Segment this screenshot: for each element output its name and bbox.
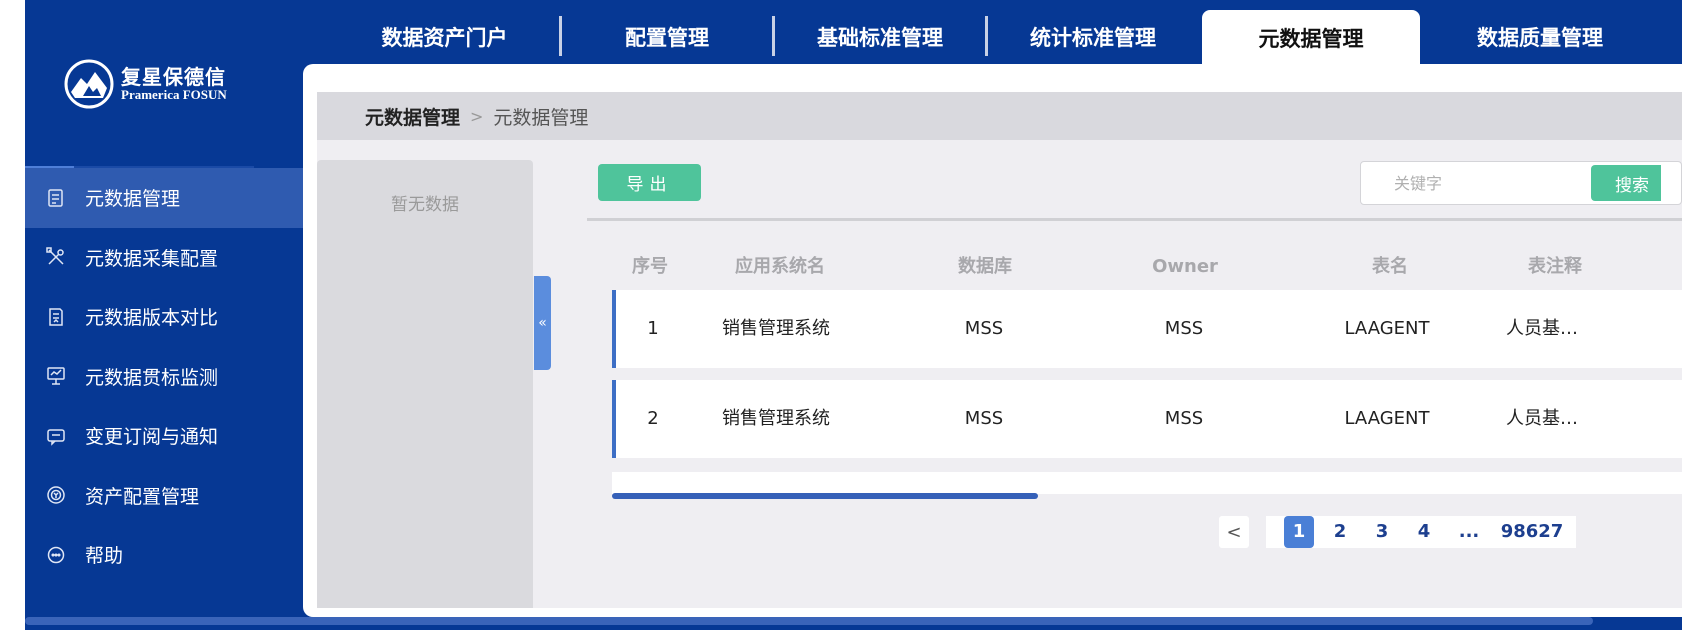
tab-metadata-management[interactable]: 元数据管理 xyxy=(1202,10,1420,66)
table-row[interactable]: 2 销售管理系统 MSS MSS LAAGENT 人员基… xyxy=(612,380,1682,458)
sidebar-item-metadata-compliance-monitor[interactable]: 元数据贯标监测 xyxy=(25,347,303,407)
tree-empty-text: 暂无数据 xyxy=(391,195,459,215)
toolbar-divider xyxy=(587,218,1682,221)
page-horizontal-scrollbar[interactable] xyxy=(25,617,1593,625)
document-list-icon xyxy=(45,187,67,209)
column-header-app-system: 应用系统名 xyxy=(735,256,825,277)
sidebar-item-metadata-collection-config[interactable]: 元数据采集配置 xyxy=(25,228,303,288)
pagination-prev-button[interactable]: < xyxy=(1219,516,1249,548)
column-header-owner: Owner xyxy=(1152,256,1218,277)
sidebar-item-label: 资产配置管理 xyxy=(85,485,200,508)
cell-index: 1 xyxy=(647,318,659,339)
breadcrumb-level2: 元数据管理 xyxy=(493,106,589,129)
asset-coin-icon xyxy=(45,484,67,506)
sidebar-item-label: 帮助 xyxy=(85,545,124,568)
sidebar-item-change-subscription[interactable]: 变更订阅与通知 xyxy=(25,406,303,466)
breadcrumb-separator-icon: > xyxy=(470,106,484,126)
sidebar-item-label: 变更订阅与通知 xyxy=(85,426,219,449)
pagination-ellipsis[interactable]: ... xyxy=(1451,516,1487,548)
brand-logo-icon xyxy=(64,59,114,109)
column-header-database: 数据库 xyxy=(958,256,1012,277)
compare-doc-icon xyxy=(45,306,67,328)
cell-database: MSS xyxy=(964,408,1004,429)
top-navigation: 数据资产门户 配置管理 基础标准管理 统计标准管理 元数据管理 数据质量管理 xyxy=(330,10,1660,66)
cell-app-system: 销售管理系统 xyxy=(722,318,830,339)
breadcrumb: 元数据管理 > 元数据管理 xyxy=(317,92,1682,140)
pagination-page-2[interactable]: 2 xyxy=(1325,516,1355,548)
sidebar: 元数据管理 元数据采集配置 元数据版本对比 元数据贯标监测 变更订阅与通知 资产… xyxy=(25,168,303,585)
help-chat-icon xyxy=(45,544,67,566)
tree-panel: 暂无数据 xyxy=(317,160,533,608)
tab-statistic-standard[interactable]: 统计标准管理 xyxy=(988,10,1198,64)
column-header-index: 序号 xyxy=(632,256,668,277)
column-header-table-comment: 表注释 xyxy=(1528,256,1582,277)
cell-table-name: LAAGENT xyxy=(1344,318,1430,339)
brand-name-cn: 复星保德信 xyxy=(121,65,226,89)
column-header-table-name: 表名 xyxy=(1372,256,1408,277)
cell-table-comment: 人员基… xyxy=(1506,318,1578,339)
pagination-page-3[interactable]: 3 xyxy=(1367,516,1397,548)
table-horizontal-scrollbar[interactable] xyxy=(612,472,1682,494)
cell-app-system: 销售管理系统 xyxy=(722,408,830,429)
cell-owner: MSS xyxy=(1164,318,1204,339)
table-header: 序号 应用系统名 数据库 Owner 表名 表注释 xyxy=(615,244,1682,290)
main-panel: 元数据管理 > 元数据管理 暂无数据 « 导出 搜索 序号 应用系统名 数据库 … xyxy=(303,64,1682,617)
cell-owner: MSS xyxy=(1164,408,1204,429)
table-scrollbar-thumb[interactable] xyxy=(612,493,1038,499)
cell-database: MSS xyxy=(964,318,1004,339)
app-window: 复星保德信 Pramerica FOSUN 数据资产门户 配置管理 基础标准管理… xyxy=(25,0,1682,630)
sidebar-item-label: 元数据版本对比 xyxy=(85,307,219,330)
table-row[interactable]: 1 销售管理系统 MSS MSS LAAGENT 人员基… xyxy=(612,290,1682,368)
cell-table-comment: 人员基… xyxy=(1506,408,1578,429)
tab-basic-standard[interactable]: 基础标准管理 xyxy=(775,10,985,64)
sidebar-item-metadata-version-compare[interactable]: 元数据版本对比 xyxy=(25,287,303,347)
tab-config-management[interactable]: 配置管理 xyxy=(562,10,772,64)
brand-logo: 复星保德信 Pramerica FOSUN xyxy=(63,58,227,110)
tab-data-asset-portal[interactable]: 数据资产门户 xyxy=(330,10,559,64)
sidebar-item-asset-config[interactable]: 资产配置管理 xyxy=(25,466,303,526)
pagination-last-page[interactable]: 98627 xyxy=(1497,516,1567,548)
sidebar-item-metadata-management[interactable]: 元数据管理 xyxy=(25,168,303,228)
cell-table-name: LAAGENT xyxy=(1344,408,1430,429)
search-button[interactable]: 搜索 xyxy=(1591,165,1661,201)
pagination-page-4[interactable]: 4 xyxy=(1409,516,1439,548)
message-icon xyxy=(45,425,67,447)
breadcrumb-level1[interactable]: 元数据管理 xyxy=(365,103,460,130)
collapse-tree-button[interactable]: « xyxy=(534,276,551,370)
sidebar-item-help[interactable]: 帮助 xyxy=(25,525,303,585)
tools-icon xyxy=(45,246,67,268)
brand-name-en: Pramerica FOSUN xyxy=(121,87,227,102)
export-button[interactable]: 导出 xyxy=(598,164,701,201)
sidebar-item-label: 元数据贯标监测 xyxy=(85,366,219,389)
monitor-board-icon xyxy=(45,365,67,387)
pagination-page-1[interactable]: 1 xyxy=(1284,516,1314,548)
sidebar-item-label: 元数据管理 xyxy=(85,188,181,211)
sidebar-item-label: 元数据采集配置 xyxy=(85,247,219,270)
tab-data-quality[interactable]: 数据质量管理 xyxy=(1420,10,1660,64)
cell-index: 2 xyxy=(647,408,659,429)
